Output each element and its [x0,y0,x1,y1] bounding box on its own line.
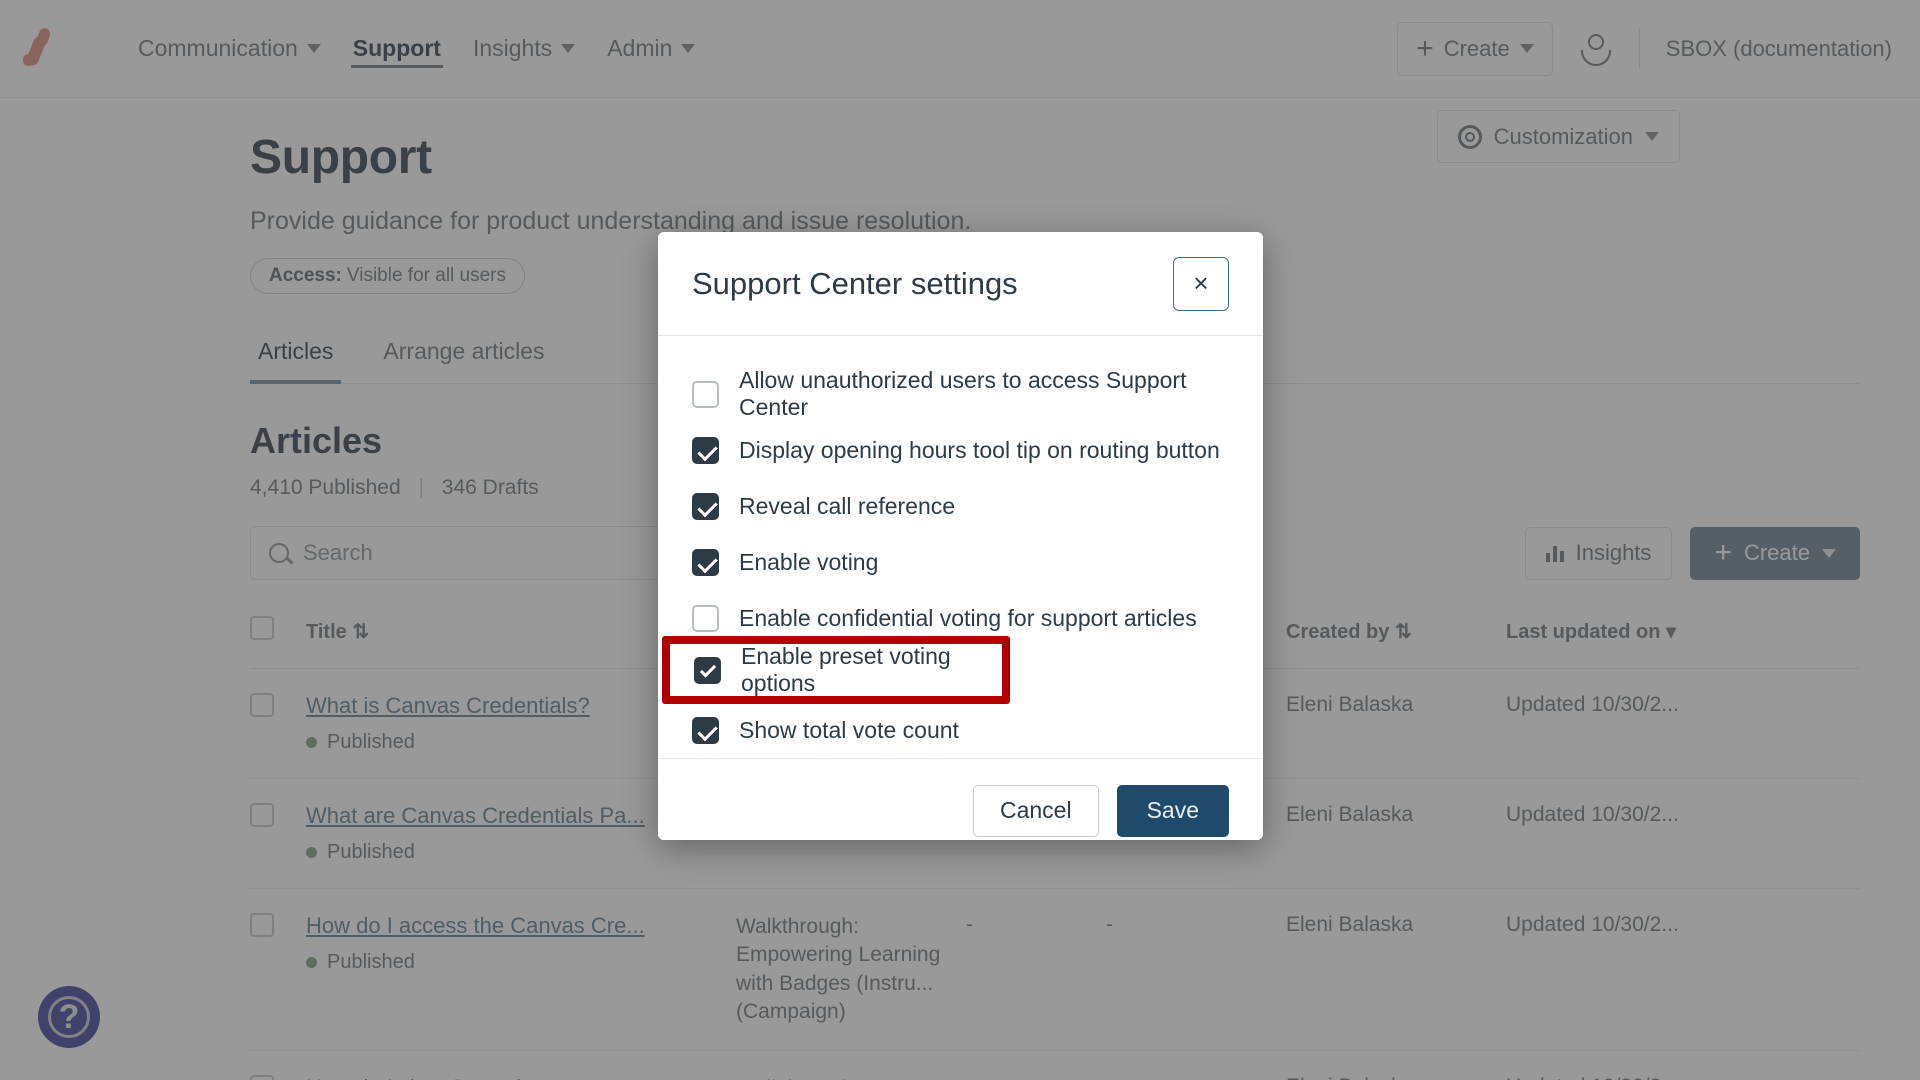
option-label: Allow unauthorized users to access Suppo… [739,367,1187,420]
checkbox[interactable] [694,656,721,684]
option-label: Reveal call reference [739,492,956,519]
dialog-footer: Cancel Save [658,758,1263,840]
close-icon[interactable]: × [1173,256,1229,311]
checkbox[interactable] [692,604,719,632]
dialog-header: Support Center settings × [658,232,1263,336]
option-enable-preset-voting-options[interactable]: Enable preset voting options [670,643,1002,696]
support-center-settings-dialog: Support Center settings × Allow unauthor… [658,232,1263,840]
option-allow-unauthorized-users[interactable]: Allow unauthorized users to access Suppo… [692,366,1229,422]
option-label: Enable confidential voting for support a… [739,604,1197,631]
cancel-button[interactable]: Cancel [972,784,1099,837]
dialog-title: Support Center settings [692,265,1018,301]
checkbox[interactable] [692,436,719,464]
checkbox[interactable] [692,548,719,576]
option-label: Enable voting [739,548,879,575]
option-display-opening-hours-tooltip[interactable]: Display opening hours tool tip on routin… [692,422,1229,478]
option-show-total-vote-count[interactable]: Show total vote count [692,702,1229,758]
checkbox[interactable] [692,380,719,408]
option-reveal-call-reference[interactable]: Reveal call reference [692,478,1229,534]
checkbox[interactable] [692,716,719,744]
option-label: Display opening hours tool tip on routin… [739,436,1220,463]
checkbox[interactable] [692,492,719,520]
save-button[interactable]: Save [1116,784,1229,837]
option-label: Show total vote count [739,716,959,743]
screen: Communication Support Insights Admin + [0,0,1920,1080]
option-label: Enable preset voting options [741,643,951,696]
option-enable-voting[interactable]: Enable voting [692,534,1229,590]
